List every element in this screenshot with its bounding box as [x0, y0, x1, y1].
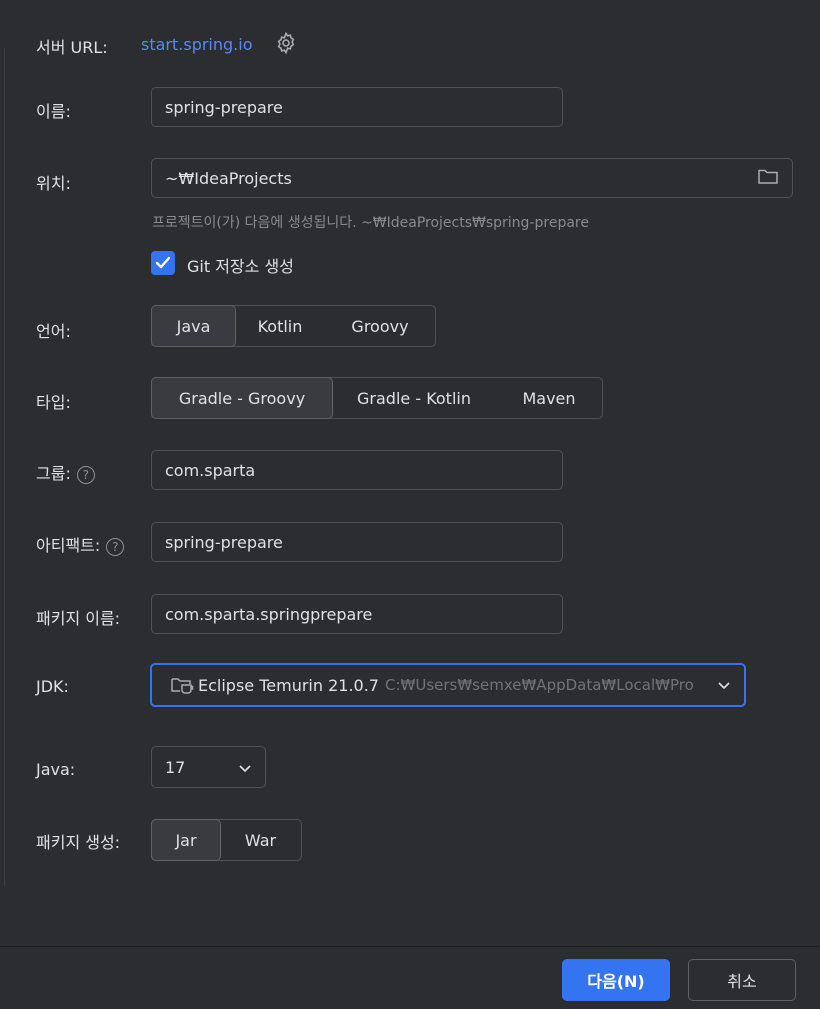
type-option-gradle-kotlin[interactable]: Gradle - Kotlin [332, 378, 496, 418]
jdk-select[interactable]: Eclipse Temurin 21.0.7 C:₩Users₩semxe₩Ap… [150, 663, 746, 707]
type-option-gradle-groovy[interactable]: Gradle - Groovy [151, 377, 333, 419]
location-value: ~₩IdeaProjects [165, 168, 292, 188]
next-button[interactable]: 다음(N) [562, 959, 670, 1001]
language-option-groovy[interactable]: Groovy [325, 306, 435, 346]
help-icon[interactable]: ? [106, 537, 125, 556]
jdk-label: JDK: [36, 677, 69, 696]
artifact-label-row: 아티팩트:? [36, 532, 125, 556]
language-label: 언어: [36, 322, 71, 341]
chevron-down-icon[interactable] [704, 665, 744, 705]
packaging-option-war[interactable]: War [220, 820, 301, 860]
check-icon [155, 256, 171, 269]
packaging-option-jar[interactable]: Jar [151, 819, 221, 861]
location-input[interactable]: ~₩IdeaProjects [151, 158, 793, 198]
package-name-label: 패키지 이름: [36, 609, 121, 628]
type-option-maven[interactable]: Maven [496, 378, 602, 418]
java-label: Java: [36, 760, 76, 779]
folder-icon[interactable] [757, 166, 779, 190]
left-divider [4, 48, 5, 886]
language-option-java[interactable]: Java [151, 305, 236, 347]
location-hint: 프로젝트이(가) 다음에 생성됩니다. ~₩IdeaProjects₩sprin… [152, 215, 589, 231]
packaging-label: 패키지 생성: [36, 833, 121, 852]
group-label: 그룹: [36, 464, 71, 483]
group-input[interactable]: com.sparta [151, 450, 563, 490]
jdk-name: Eclipse Temurin 21.0.7 [198, 675, 379, 695]
packaging-segmented: Jar War [151, 819, 302, 861]
location-label: 위치: [36, 174, 71, 193]
cancel-button[interactable]: 취소 [688, 959, 796, 1001]
chevron-down-icon [238, 758, 252, 777]
help-icon[interactable]: ? [76, 465, 95, 484]
git-checkbox[interactable] [151, 251, 175, 275]
package-name-input[interactable]: com.sparta.springprepare [151, 594, 563, 634]
group-label-row: 그룹:? [36, 460, 95, 484]
name-label: 이름: [36, 102, 71, 121]
server-url-link[interactable]: start.spring.io [141, 35, 252, 54]
server-url-label: 서버 URL: [36, 38, 108, 57]
artifact-input[interactable]: spring-prepare [151, 522, 563, 562]
java-version-value: 17 [165, 757, 186, 777]
gear-icon[interactable] [274, 31, 298, 59]
language-option-kotlin[interactable]: Kotlin [235, 306, 325, 346]
type-segmented: Gradle - Groovy Gradle - Kotlin Maven [151, 377, 603, 419]
name-input[interactable]: spring-prepare [151, 87, 563, 127]
java-version-select[interactable]: 17 [151, 746, 266, 788]
footer-divider [0, 946, 820, 947]
jdk-folder-icon [170, 675, 194, 695]
git-label: Git 저장소 생성 [187, 257, 294, 276]
artifact-label: 아티팩트: [36, 536, 101, 555]
type-label: 타입: [36, 393, 71, 412]
language-segmented: Java Kotlin Groovy [151, 305, 436, 347]
jdk-path: C:₩Users₩semxe₩AppData₩Local₩Pro [384, 676, 694, 694]
